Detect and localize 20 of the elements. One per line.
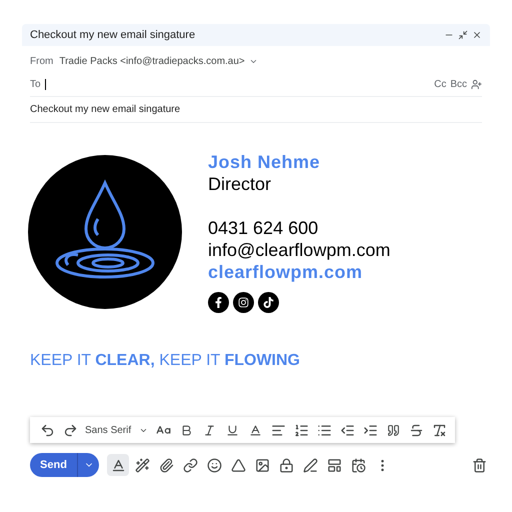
close-icon[interactable] [472, 30, 482, 40]
facebook-icon[interactable] [208, 292, 229, 313]
tiktok-icon[interactable] [258, 292, 279, 313]
subject-field[interactable]: Checkout my new email singature [30, 102, 180, 117]
add-contact-icon[interactable] [471, 78, 482, 90]
recipient-option-link[interactable]: Bcc [450, 76, 467, 92]
to-label: To [30, 78, 41, 92]
exit-fullscreen-icon[interactable] [458, 30, 468, 40]
from-value[interactable]: Tradie Packs <info@tradiepacks.com.au> [59, 54, 245, 68]
window-title: Checkout my new email singature [30, 28, 196, 43]
instagram-icon[interactable] [233, 292, 254, 313]
font-dropdown[interactable]: Sans Serif [82, 422, 152, 438]
website-link[interactable]: clearflowpm.com [208, 261, 390, 283]
signature-name: Josh Nehme [208, 151, 322, 173]
from-label: From [30, 54, 54, 68]
signature-phone: 0431 624 600 [208, 217, 320, 239]
signature-role: Director [208, 173, 272, 195]
tagline: KEEP IT CLEAR, KEEP IT FLOWING [30, 351, 301, 371]
recipient-option-link[interactable]: Cc [434, 76, 446, 92]
signature-email: info@clearflowpm.com [208, 239, 390, 261]
